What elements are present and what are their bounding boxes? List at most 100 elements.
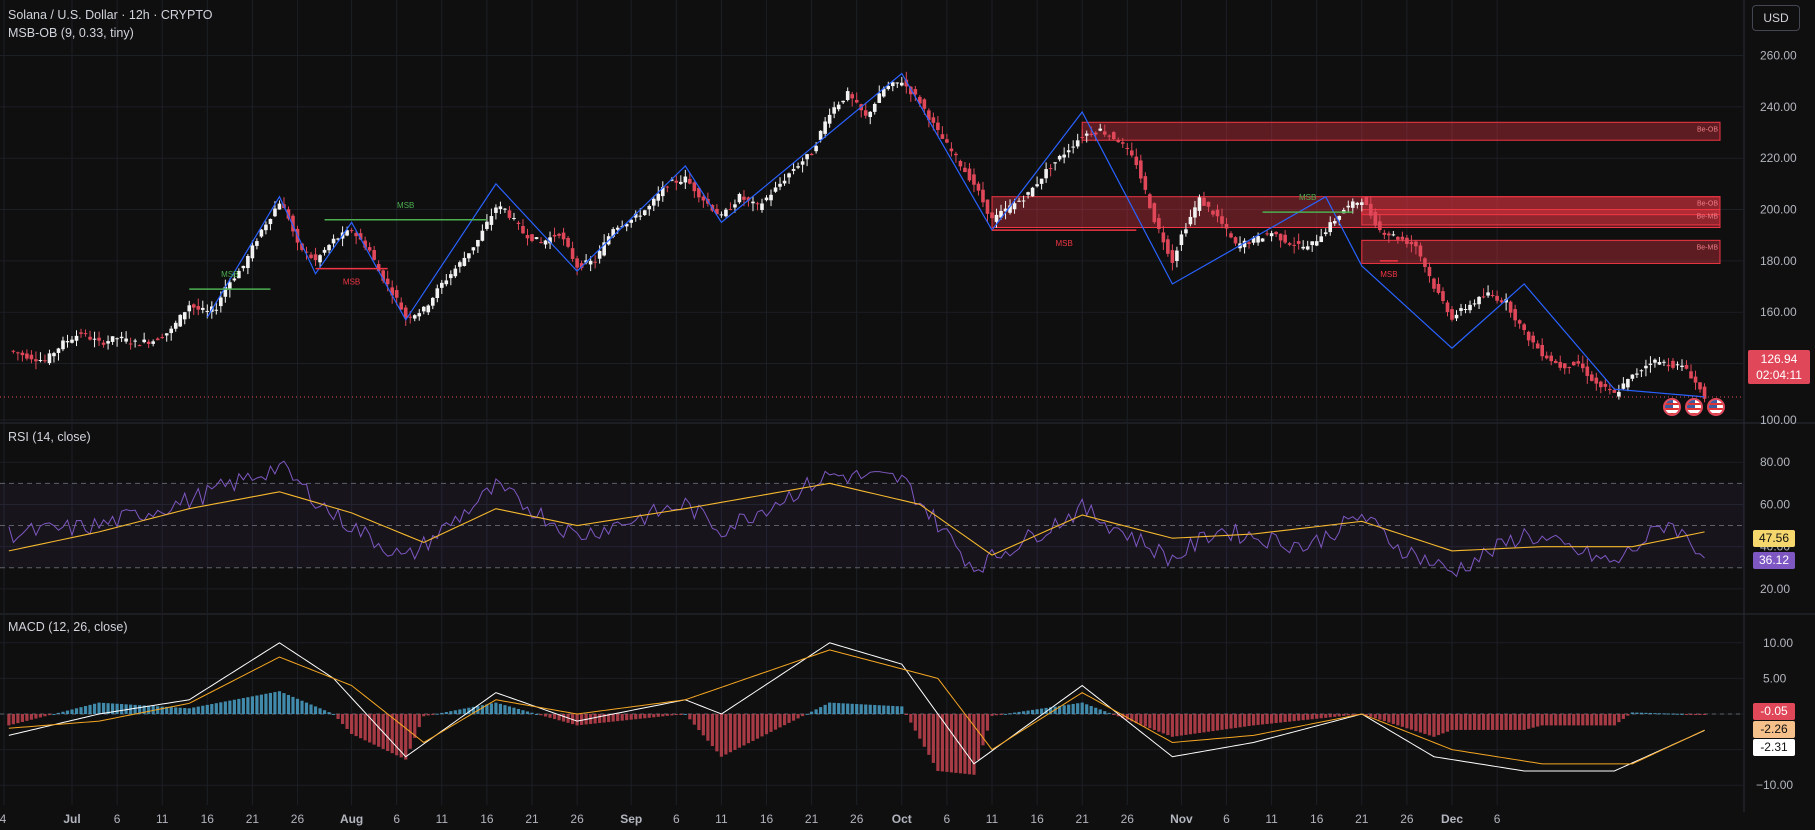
- macd-axis-tick: −10.00: [1756, 778, 1793, 792]
- macd-histogram-bar: [1260, 714, 1265, 725]
- candle-body: [1116, 140, 1121, 143]
- time-axis-tick: Nov: [1170, 812, 1193, 826]
- candle-body: [1558, 362, 1563, 368]
- rsi-legend[interactable]: RSI (14, close): [8, 430, 91, 444]
- candle-body: [588, 260, 593, 265]
- chart-canvas[interactable]: Be-OB Be-OB Be-MB Be-MB MSB MSB MSB MSB MSBMSB …: [0, 0, 1815, 830]
- macd-histogram-bar: [1436, 714, 1441, 736]
- candle-body: [922, 99, 927, 109]
- macd-histogram-bar: [340, 714, 345, 724]
- macd-histogram-bar: [1522, 714, 1526, 730]
- candle-body: [228, 282, 232, 290]
- candle-body: [967, 168, 972, 181]
- macd-histogram-bar: [855, 704, 859, 714]
- candle-body: [97, 337, 101, 341]
- macd-histogram-bar: [1635, 712, 1639, 714]
- macd-histogram-bar: [458, 709, 462, 714]
- flag-us-icon[interactable]: [1685, 398, 1703, 416]
- candle-body: [146, 341, 151, 344]
- candle-body: [444, 280, 449, 285]
- macd-histogram-bar: [1432, 714, 1436, 737]
- candle-body: [1499, 300, 1504, 303]
- candle-body: [1585, 366, 1590, 376]
- macd-histogram-bar: [318, 708, 322, 714]
- candle-body: [1084, 133, 1089, 136]
- time-axis-tick: 21: [1355, 812, 1369, 826]
- candle-body: [1608, 388, 1612, 391]
- flag-us-icon[interactable]: [1663, 398, 1681, 416]
- candle-body: [214, 309, 219, 311]
- candle-body: [318, 255, 322, 263]
- macd-histogram-bar: [1612, 714, 1616, 726]
- macd-histogram-bar: [1211, 714, 1215, 732]
- candle-body: [782, 180, 787, 184]
- macd-histogram-bar: [1468, 714, 1472, 730]
- macd-histogram-bar: [1545, 714, 1549, 726]
- candle-body: [1053, 162, 1057, 164]
- macd-histogram-bar: [480, 705, 484, 714]
- macd-histogram-bar: [1698, 714, 1702, 715]
- macd-histogram-bar: [1003, 713, 1008, 715]
- time-axis-tick: Dec: [1441, 812, 1463, 826]
- macd-histogram-bar: [205, 704, 209, 714]
- macd-histogram-bar: [74, 708, 79, 714]
- candle-body: [1098, 128, 1103, 131]
- candle-body: [1012, 203, 1017, 210]
- macd-histogram-bar: [313, 706, 318, 714]
- candle-body: [1350, 201, 1355, 208]
- macd-histogram-bar: [1500, 714, 1504, 730]
- macd-histogram-bar: [1310, 714, 1314, 720]
- indicator-title[interactable]: MSB-OB (9, 0.33, tiny): [8, 24, 212, 42]
- candle-body: [845, 91, 850, 100]
- macd-histogram-bar: [1148, 714, 1152, 729]
- macd-histogram-bar: [1206, 714, 1211, 732]
- macd-histogram-bar: [679, 714, 683, 715]
- candle-body: [327, 245, 331, 251]
- candle-body: [435, 288, 440, 299]
- candle-body: [1418, 245, 1423, 257]
- macd-histogram-bar: [1333, 714, 1337, 717]
- candle-body: [1382, 232, 1387, 235]
- candle-body: [1391, 234, 1396, 236]
- flag-us-icon[interactable]: [1707, 398, 1725, 416]
- macd-histogram-bar: [1085, 704, 1089, 714]
- rsi-ma-value-tag: 47.56: [1753, 530, 1795, 547]
- macd-histogram-bar: [1369, 714, 1373, 717]
- macd-legend[interactable]: MACD (12, 26, close): [8, 620, 127, 634]
- currency-button[interactable]: USD: [1752, 5, 1800, 31]
- candle-body: [1400, 236, 1405, 240]
- macd-histogram-bar: [232, 699, 236, 714]
- candle-body: [755, 203, 760, 205]
- candle-body: [43, 360, 47, 362]
- price-axis-tick: 180.00: [1760, 254, 1797, 268]
- symbol-title[interactable]: Solana / U.S. Dollar · 12h · CRYPTO: [8, 6, 212, 24]
- time-axis-tick: 16: [480, 812, 494, 826]
- macd-histogram-bar: [25, 714, 29, 721]
- macd-histogram-bar: [214, 703, 218, 714]
- macd-histogram-bar: [837, 703, 841, 714]
- candle-body: [1662, 361, 1666, 363]
- candle-body: [394, 290, 399, 298]
- candle-body: [20, 352, 25, 356]
- candle-body: [1202, 197, 1206, 206]
- macd-histogram-bar: [295, 698, 300, 714]
- candle-body: [1120, 142, 1125, 144]
- macd-histogram-bar: [1441, 714, 1445, 734]
- candle-body: [900, 82, 904, 86]
- macd-histogram-bar: [999, 714, 1003, 715]
- macd-histogram-bar: [521, 710, 525, 714]
- candle-body: [1630, 374, 1635, 379]
- macd-histogram-bar: [11, 714, 15, 725]
- candle-body: [1427, 266, 1432, 277]
- macd-histogram-bar: [972, 714, 976, 775]
- candle-body: [1432, 278, 1436, 289]
- msb-label: MSB: [343, 278, 360, 287]
- macd-histogram-bar: [1279, 714, 1283, 723]
- candle-body: [88, 336, 92, 340]
- time-axis-tick: 26: [1400, 812, 1414, 826]
- macd-histogram-bar: [372, 714, 376, 745]
- candle-body: [1405, 237, 1409, 244]
- macd-histogram-bar: [661, 714, 665, 717]
- candle-body: [1567, 367, 1572, 369]
- candle-body: [683, 176, 688, 183]
